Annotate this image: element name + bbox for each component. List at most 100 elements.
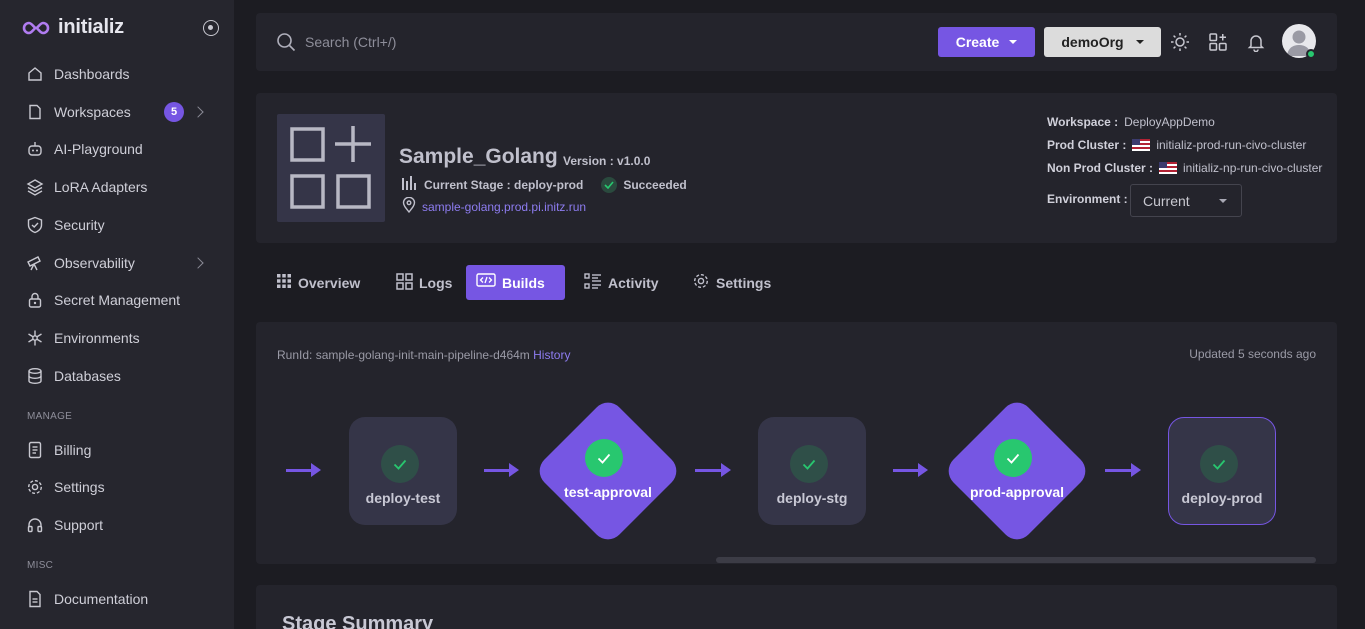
stage-node-label: deploy-test bbox=[365, 490, 441, 506]
create-button-label: Create bbox=[955, 34, 1000, 50]
sidebar-item-label: Secret Management bbox=[54, 292, 181, 308]
tab-activity[interactable]: Activity bbox=[574, 265, 669, 300]
workspace-meta: Workspace : DeployAppDemo bbox=[1047, 115, 1215, 129]
pipeline-arrow bbox=[484, 463, 519, 477]
check-icon bbox=[1200, 445, 1238, 483]
sidebar-item-lora-adapters[interactable]: LoRA Adapters bbox=[26, 175, 147, 199]
horizontal-scrollbar[interactable] bbox=[716, 557, 1316, 563]
chevron-right-icon[interactable] bbox=[192, 106, 204, 118]
workspaces-count-badge: 5 bbox=[164, 102, 184, 122]
activity-list-icon bbox=[584, 273, 602, 292]
builds-pipeline-card: RunId: sample-golang-init-main-pipeline-… bbox=[256, 322, 1337, 564]
sidebar-item-label: AI-Playground bbox=[54, 141, 143, 157]
grid-dots-icon bbox=[276, 273, 292, 292]
app-grid-plus-icon bbox=[290, 126, 371, 209]
online-status-dot bbox=[1306, 49, 1316, 59]
sidebar-item-label: Support bbox=[54, 517, 104, 533]
us-flag-icon bbox=[1132, 139, 1151, 151]
search-input[interactable]: Search (Ctrl+/) bbox=[305, 34, 396, 50]
environment-select[interactable]: Current bbox=[1130, 184, 1242, 217]
current-stage-text: Current Stage : deploy-prod bbox=[424, 177, 584, 192]
stage-node-prod-approval[interactable]: prod-approval bbox=[942, 396, 1092, 546]
robot-icon bbox=[26, 140, 44, 158]
stage-node-deploy-stg[interactable]: deploy-stg bbox=[758, 417, 866, 525]
pipeline-bars-icon bbox=[402, 176, 418, 193]
check-icon bbox=[994, 439, 1032, 477]
sidebar-toggle-icon[interactable] bbox=[203, 20, 219, 36]
brand-name: initializ bbox=[58, 16, 124, 38]
sidebar-item-label: Billing bbox=[54, 442, 92, 458]
org-selector-label: demoOrg bbox=[1061, 34, 1124, 50]
tab-settings[interactable]: Settings bbox=[682, 265, 781, 300]
check-icon bbox=[585, 439, 623, 477]
app-url-row: sample-golang.prod.pi.initz.run bbox=[402, 196, 586, 216]
code-monitor-icon bbox=[476, 273, 496, 292]
sidebar-item-dashboards[interactable]: Dashboards bbox=[26, 62, 130, 86]
tab-logs[interactable]: Logs bbox=[386, 265, 462, 300]
initializ-logo-icon bbox=[22, 21, 50, 34]
sidebar-item-databases[interactable]: Databases bbox=[26, 364, 121, 388]
app-url-link[interactable]: sample-golang.prod.pi.initz.run bbox=[422, 200, 586, 214]
sidebar-item-settings[interactable]: Settings bbox=[26, 475, 105, 499]
check-icon bbox=[790, 445, 828, 483]
status-badge: Succeeded bbox=[601, 176, 687, 193]
caret-down-icon bbox=[1009, 40, 1018, 44]
brand[interactable]: initializ bbox=[22, 16, 124, 39]
sidebar: initializ Dashboards Workspaces 5 AI-Pla… bbox=[0, 0, 234, 629]
receipt-icon bbox=[26, 441, 44, 459]
section-label-misc: MISC bbox=[27, 560, 54, 571]
caret-down-icon bbox=[1219, 199, 1227, 203]
theme-toggle-icon[interactable] bbox=[1170, 32, 1190, 57]
snowflake-icon bbox=[26, 329, 44, 347]
caret-down-icon bbox=[1135, 40, 1144, 44]
location-pin-icon bbox=[402, 196, 416, 216]
prod-cluster-label: Prod Cluster : bbox=[1047, 138, 1127, 152]
file-icon bbox=[26, 103, 44, 121]
sidebar-item-label: Databases bbox=[54, 368, 121, 384]
sidebar-item-documentation[interactable]: Documentation bbox=[26, 587, 148, 611]
prod-cluster-value: initializ-prod-run-civo-cluster bbox=[1156, 138, 1307, 152]
create-button[interactable]: Create bbox=[938, 27, 1035, 57]
topbar: Search (Ctrl+/) Create demoOrg bbox=[256, 13, 1337, 71]
stage-node-label: test-approval bbox=[564, 484, 652, 500]
stage-node-deploy-prod[interactable]: deploy-prod bbox=[1168, 417, 1276, 525]
database-icon bbox=[26, 367, 44, 385]
sidebar-item-workspaces[interactable]: Workspaces bbox=[26, 100, 131, 124]
sidebar-item-label: LoRA Adapters bbox=[54, 179, 148, 195]
app-logo bbox=[277, 114, 385, 222]
apps-grid-icon[interactable] bbox=[1208, 32, 1228, 57]
sidebar-item-ai-playground[interactable]: AI-Playground bbox=[26, 137, 143, 161]
stage-node-test-approval[interactable]: test-approval bbox=[533, 396, 683, 546]
tab-builds[interactable]: Builds bbox=[466, 265, 565, 300]
stage-node-label: deploy-prod bbox=[1181, 490, 1263, 506]
search-icon[interactable] bbox=[276, 32, 296, 57]
app-name: Sample_Golang bbox=[399, 145, 558, 168]
page-scrollbar[interactable] bbox=[1357, 0, 1365, 629]
sidebar-item-billing[interactable]: Billing bbox=[26, 438, 91, 462]
sidebar-item-security[interactable]: Security bbox=[26, 213, 105, 237]
org-selector[interactable]: demoOrg bbox=[1044, 27, 1161, 57]
environment-label: Environment : bbox=[1047, 192, 1128, 206]
sidebar-item-support[interactable]: Support bbox=[26, 513, 103, 537]
stage-node-label: prod-approval bbox=[969, 484, 1065, 500]
logs-grid-icon bbox=[396, 272, 413, 293]
document-icon bbox=[26, 590, 44, 608]
workspace-label: Workspace : bbox=[1047, 115, 1119, 129]
stage-node-deploy-test[interactable]: deploy-test bbox=[349, 417, 457, 525]
bell-icon[interactable] bbox=[1246, 32, 1266, 57]
sidebar-item-label: Observability bbox=[54, 255, 135, 271]
app-header-card: Sample_Golang Version : v1.0.0 Current S… bbox=[256, 93, 1337, 243]
check-icon bbox=[601, 176, 618, 193]
tab-overview[interactable]: Overview bbox=[266, 265, 370, 300]
history-link[interactable]: History bbox=[533, 348, 570, 362]
pipeline-arrow bbox=[893, 463, 928, 477]
check-icon bbox=[381, 445, 419, 483]
sidebar-item-environments[interactable]: Environments bbox=[26, 326, 140, 350]
tab-label: Settings bbox=[716, 274, 772, 291]
chevron-right-icon[interactable] bbox=[192, 257, 204, 269]
sidebar-item-label: Security bbox=[54, 217, 105, 233]
shield-icon bbox=[26, 216, 44, 234]
gear-icon bbox=[692, 272, 710, 293]
sidebar-item-observability[interactable]: Observability bbox=[26, 251, 135, 275]
sidebar-item-secret-management[interactable]: Secret Management bbox=[26, 288, 180, 312]
